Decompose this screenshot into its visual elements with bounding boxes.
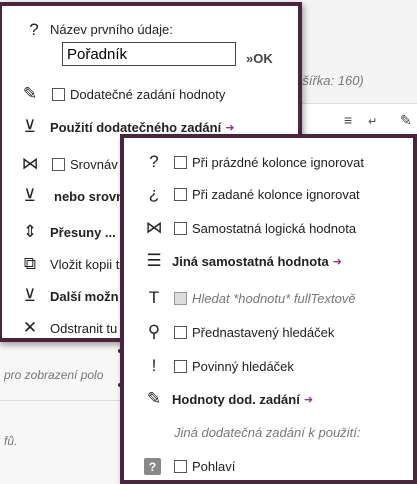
checkbox[interactable] xyxy=(174,155,187,169)
menu-item-entry-values[interactable]: ✎ Hodnoty dod. zadání ➜ xyxy=(144,389,413,409)
menu-item-preset-finder[interactable]: ⚲ Přednastavený hledáček xyxy=(144,322,413,342)
menu-item-label: Jiná samostatná hodnota xyxy=(172,253,329,269)
question-icon: ? xyxy=(29,20,39,39)
menu-item-ignore-empty[interactable]: ? Při prázdné kolonce ignorovat xyxy=(144,152,413,172)
checkbox[interactable] xyxy=(174,221,187,235)
divider xyxy=(0,400,125,401)
copy-icon: ⧉ xyxy=(23,254,37,273)
menu-item-gender[interactable]: ? Pohlaví xyxy=(144,458,413,475)
checkbox[interactable] xyxy=(174,460,187,473)
checkbox[interactable] xyxy=(174,359,187,373)
additional-entry-submenu: ? Při prázdné kolonce ignorovat ¿ Při za… xyxy=(120,134,417,484)
sort-icon: ⊻ xyxy=(23,286,37,305)
menu-item-required-finder[interactable]: ! Povinný hledáček xyxy=(144,356,413,376)
section-label: Jiná dodatečná zadání k použití: xyxy=(174,425,413,440)
ok-button[interactable]: »OK xyxy=(246,51,273,66)
bowtie-question-icon: ⋈ xyxy=(145,218,163,237)
menu-item-label: Použití dodatečného zadání xyxy=(50,119,222,135)
submenu-arrow-icon: ➜ xyxy=(332,255,342,268)
menu-item-label: Povinný hledáček xyxy=(192,358,294,374)
search-icon: ⚲ xyxy=(147,322,161,341)
menu-item-label: Při prázdné kolonce ignorovat xyxy=(192,154,364,170)
background-text: fů. xyxy=(4,434,18,448)
pencil-icon[interactable]: ✎ xyxy=(400,112,412,129)
menu-item-other-value[interactable]: ☰ Jiná samostatná hodnota ➜ xyxy=(144,251,413,271)
return-icon[interactable]: ↵ xyxy=(368,115,377,128)
background-text: pro zobrazení polo xyxy=(4,368,104,382)
submenu-arrow-icon: ➜ xyxy=(225,121,235,134)
updown-icon: ⇕ xyxy=(22,222,38,241)
list-icon: ☰ xyxy=(146,251,162,270)
checkbox[interactable] xyxy=(52,157,65,171)
close-icon: ✕ xyxy=(22,318,38,337)
sort-icon: ⊻ xyxy=(23,117,37,136)
menu-item-label: Při zadané kolonce ignorovat xyxy=(192,186,360,202)
exclamation-icon: ! xyxy=(151,356,157,375)
checkbox[interactable] xyxy=(174,325,187,339)
question-icon: ? xyxy=(149,152,159,171)
menu-item-label: Dodatečné zadání hodnoty xyxy=(70,86,226,102)
text-icon: T xyxy=(148,288,160,307)
menu-item-ignore-filled[interactable]: ¿ Při zadané kolonce ignorovat xyxy=(144,184,413,204)
menu-item-label: Hodnoty dod. zadání xyxy=(172,391,300,407)
menu-item-label: Přednastavený hledáček xyxy=(192,324,335,340)
edit-icon: ✎ xyxy=(146,389,162,408)
menu-item-label: Odstranit tu xyxy=(50,320,118,336)
menu-item-label: Srovnáv xyxy=(70,156,118,172)
inverted-question-icon: ¿ xyxy=(148,184,160,203)
submenu-arrow-icon: ➜ xyxy=(303,393,314,406)
list-icon[interactable]: ≡ xyxy=(344,112,352,128)
sort-icon: ⊻ xyxy=(23,186,37,205)
field-name-input[interactable] xyxy=(62,42,236,66)
edit-icon: ✎ xyxy=(22,84,38,103)
field-name-label: Název prvního údaje: xyxy=(50,22,173,37)
help-box-icon: ? xyxy=(144,458,161,475)
menu-item-additional-entry[interactable]: ✎ Dodatečné zadání hodnoty xyxy=(20,84,298,104)
menu-item-label: Přesuny ... xyxy=(50,224,116,240)
menu-item-label: Samostatná logická hodnota xyxy=(192,220,357,236)
menu-item-fulltext: T Hledat *hodnotu* fullTextově xyxy=(144,288,413,308)
menu-item-logical-value[interactable]: ⋈ Samostatná logická hodnota xyxy=(144,218,413,238)
menu-item-label: Vložit kopii t xyxy=(50,256,120,272)
menu-section-label: Jiná dodatečná zadání k použití: xyxy=(174,425,361,440)
checkbox[interactable] xyxy=(174,187,187,201)
menu-item-label: Pohlaví xyxy=(192,459,236,474)
menu-item-label: nebo srovn xyxy=(54,188,125,204)
bowtie-icon: ⋈ xyxy=(21,154,39,173)
menu-item-label: Hledat *hodnotu* fullTextově xyxy=(192,290,356,306)
menu-item-label: Další možn xyxy=(50,288,119,304)
checkbox[interactable] xyxy=(52,87,65,101)
checkbox xyxy=(174,291,187,305)
